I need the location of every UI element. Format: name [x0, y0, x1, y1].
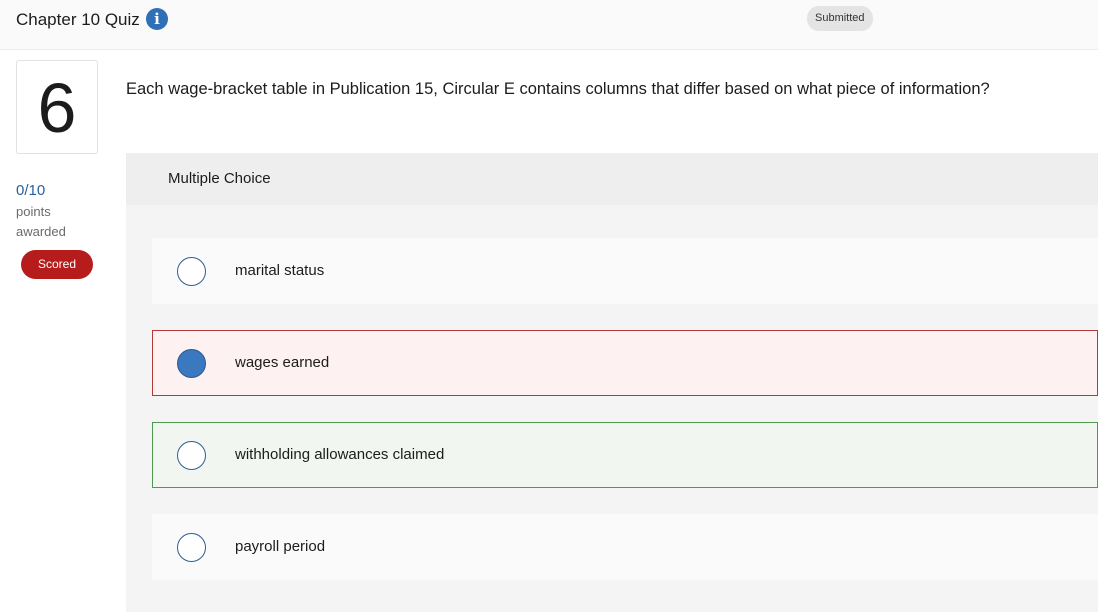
question-number: 6	[16, 60, 98, 154]
answer-option-wages-earned[interactable]: wages earned	[152, 330, 1098, 396]
option-label: marital status	[235, 262, 325, 279]
question-text: Each wage-bracket table in Publication 1…	[126, 80, 990, 98]
option-label: withholding allowances claimed	[235, 446, 445, 463]
points-score: 0/10	[16, 182, 46, 199]
points-label: points awarded	[16, 204, 66, 239]
answer-option-withholding-allowances[interactable]: withholding allowances claimed	[152, 422, 1098, 488]
question-type-header: Multiple Choice	[126, 153, 1098, 205]
radio-button[interactable]	[177, 441, 206, 470]
quiz-header: Chapter 10 Quiz i Submitted	[0, 0, 1098, 50]
option-label: wages earned	[235, 354, 330, 371]
info-icon[interactable]: i	[146, 8, 168, 30]
scored-badge: Scored	[21, 250, 93, 279]
answer-option-marital-status[interactable]: marital status	[152, 238, 1098, 304]
submitted-status-badge: Submitted	[807, 6, 873, 31]
answer-option-payroll-period[interactable]: payroll period	[152, 514, 1098, 580]
option-label: payroll period	[235, 538, 326, 555]
question-type-label: Multiple Choice	[168, 170, 271, 187]
radio-button[interactable]	[177, 257, 206, 286]
answer-area: Multiple Choice marital status wages ear…	[126, 153, 1098, 612]
radio-button-selected[interactable]	[177, 349, 206, 378]
radio-button[interactable]	[177, 533, 206, 562]
quiz-title: Chapter 10 Quiz	[16, 10, 140, 29]
